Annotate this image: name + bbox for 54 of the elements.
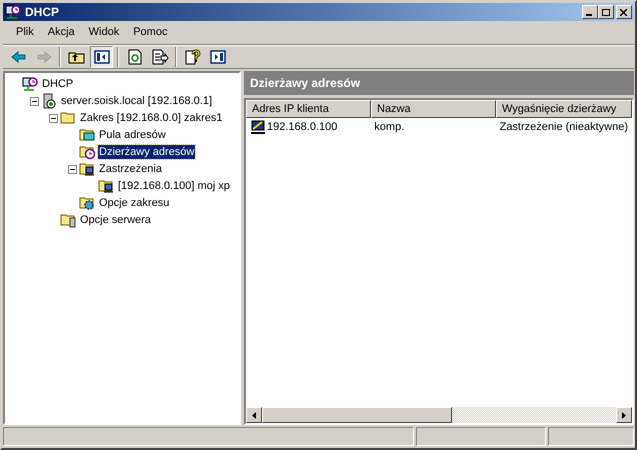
tree-item[interactable]: [192.168.0.100] moj xp: [117, 179, 231, 193]
tree-item[interactable]: Pula adresów: [98, 128, 167, 142]
scroll-right-button[interactable]: [616, 407, 632, 423]
folder-icon: [79, 127, 95, 143]
folder-gear-icon: [79, 195, 95, 211]
folder-server-icon: [60, 212, 76, 228]
folder-computer-icon: [79, 161, 95, 177]
menu-item[interactable]: Pomoc: [126, 24, 174, 41]
column-header[interactable]: Wygaśnięcie dzierżawy: [496, 100, 632, 118]
menu-item[interactable]: Akcja: [40, 24, 82, 41]
collapse-toggle[interactable]: [30, 96, 38, 106]
column-header[interactable]: Adres IP klienta: [246, 100, 371, 118]
column-header[interactable]: Nazwa: [371, 100, 496, 118]
tree-item[interactable]: Zastrzeżenia: [98, 162, 163, 176]
menu-item[interactable]: Plik: [9, 24, 41, 41]
close-icon: [620, 8, 628, 16]
tree-pane-icon: [92, 49, 110, 65]
dhcp-monitor-icon: [22, 76, 38, 92]
help-icon: [184, 49, 202, 65]
toolbar-button[interactable]: [90, 46, 113, 68]
tree-item[interactable]: Opcje serwera: [79, 213, 152, 227]
collapse-toggle[interactable]: [48, 114, 58, 122]
folder-icon: [60, 110, 76, 126]
right-arrow-icon: [622, 412, 626, 418]
menu-item[interactable]: Widok: [82, 24, 126, 41]
tree-item[interactable]: Opcje zakresu: [98, 196, 170, 210]
maximize-icon: [602, 8, 610, 16]
tree-item[interactable]: DHCP: [41, 77, 74, 91]
left-arrow-icon: [252, 412, 256, 418]
server-icon: [41, 93, 57, 109]
table-cell-text: komp.: [374, 120, 404, 135]
tree-item[interactable]: Zakres [192.168.0.0] zakres1: [79, 111, 224, 125]
export-list-icon: [150, 49, 168, 65]
folder-computer-icon: [98, 178, 114, 194]
close-button[interactable]: [616, 5, 632, 19]
table-cell-text: 192.168.0.100: [267, 120, 338, 135]
computer-icon: [250, 119, 266, 135]
tree-item[interactable]: Dzierżawy adresów: [98, 145, 196, 159]
minimize-button[interactable]: [582, 5, 598, 19]
window-title: DHCP: [25, 4, 60, 21]
scrollbar-thumb[interactable]: [262, 407, 452, 423]
refresh-icon: [126, 49, 144, 65]
horizontal-scrollbar[interactable]: [246, 407, 632, 423]
scroll-left-button[interactable]: [246, 407, 262, 423]
action-pane-icon: [208, 49, 226, 65]
folder-clock-icon: [79, 144, 95, 160]
maximize-button[interactable]: [598, 5, 614, 19]
dhcp-monitor-icon: [5, 4, 21, 20]
forward-arrow-icon: [34, 49, 52, 65]
back-arrow-icon: [10, 49, 28, 65]
table-cell-text: Zastrzeżenie (nieaktywne): [500, 120, 628, 135]
details-title: Dzierżawy adresów: [250, 75, 360, 92]
tree-item[interactable]: server.soisk.local [192.168.0.1]: [60, 94, 214, 108]
collapse-toggle[interactable]: [68, 164, 76, 174]
